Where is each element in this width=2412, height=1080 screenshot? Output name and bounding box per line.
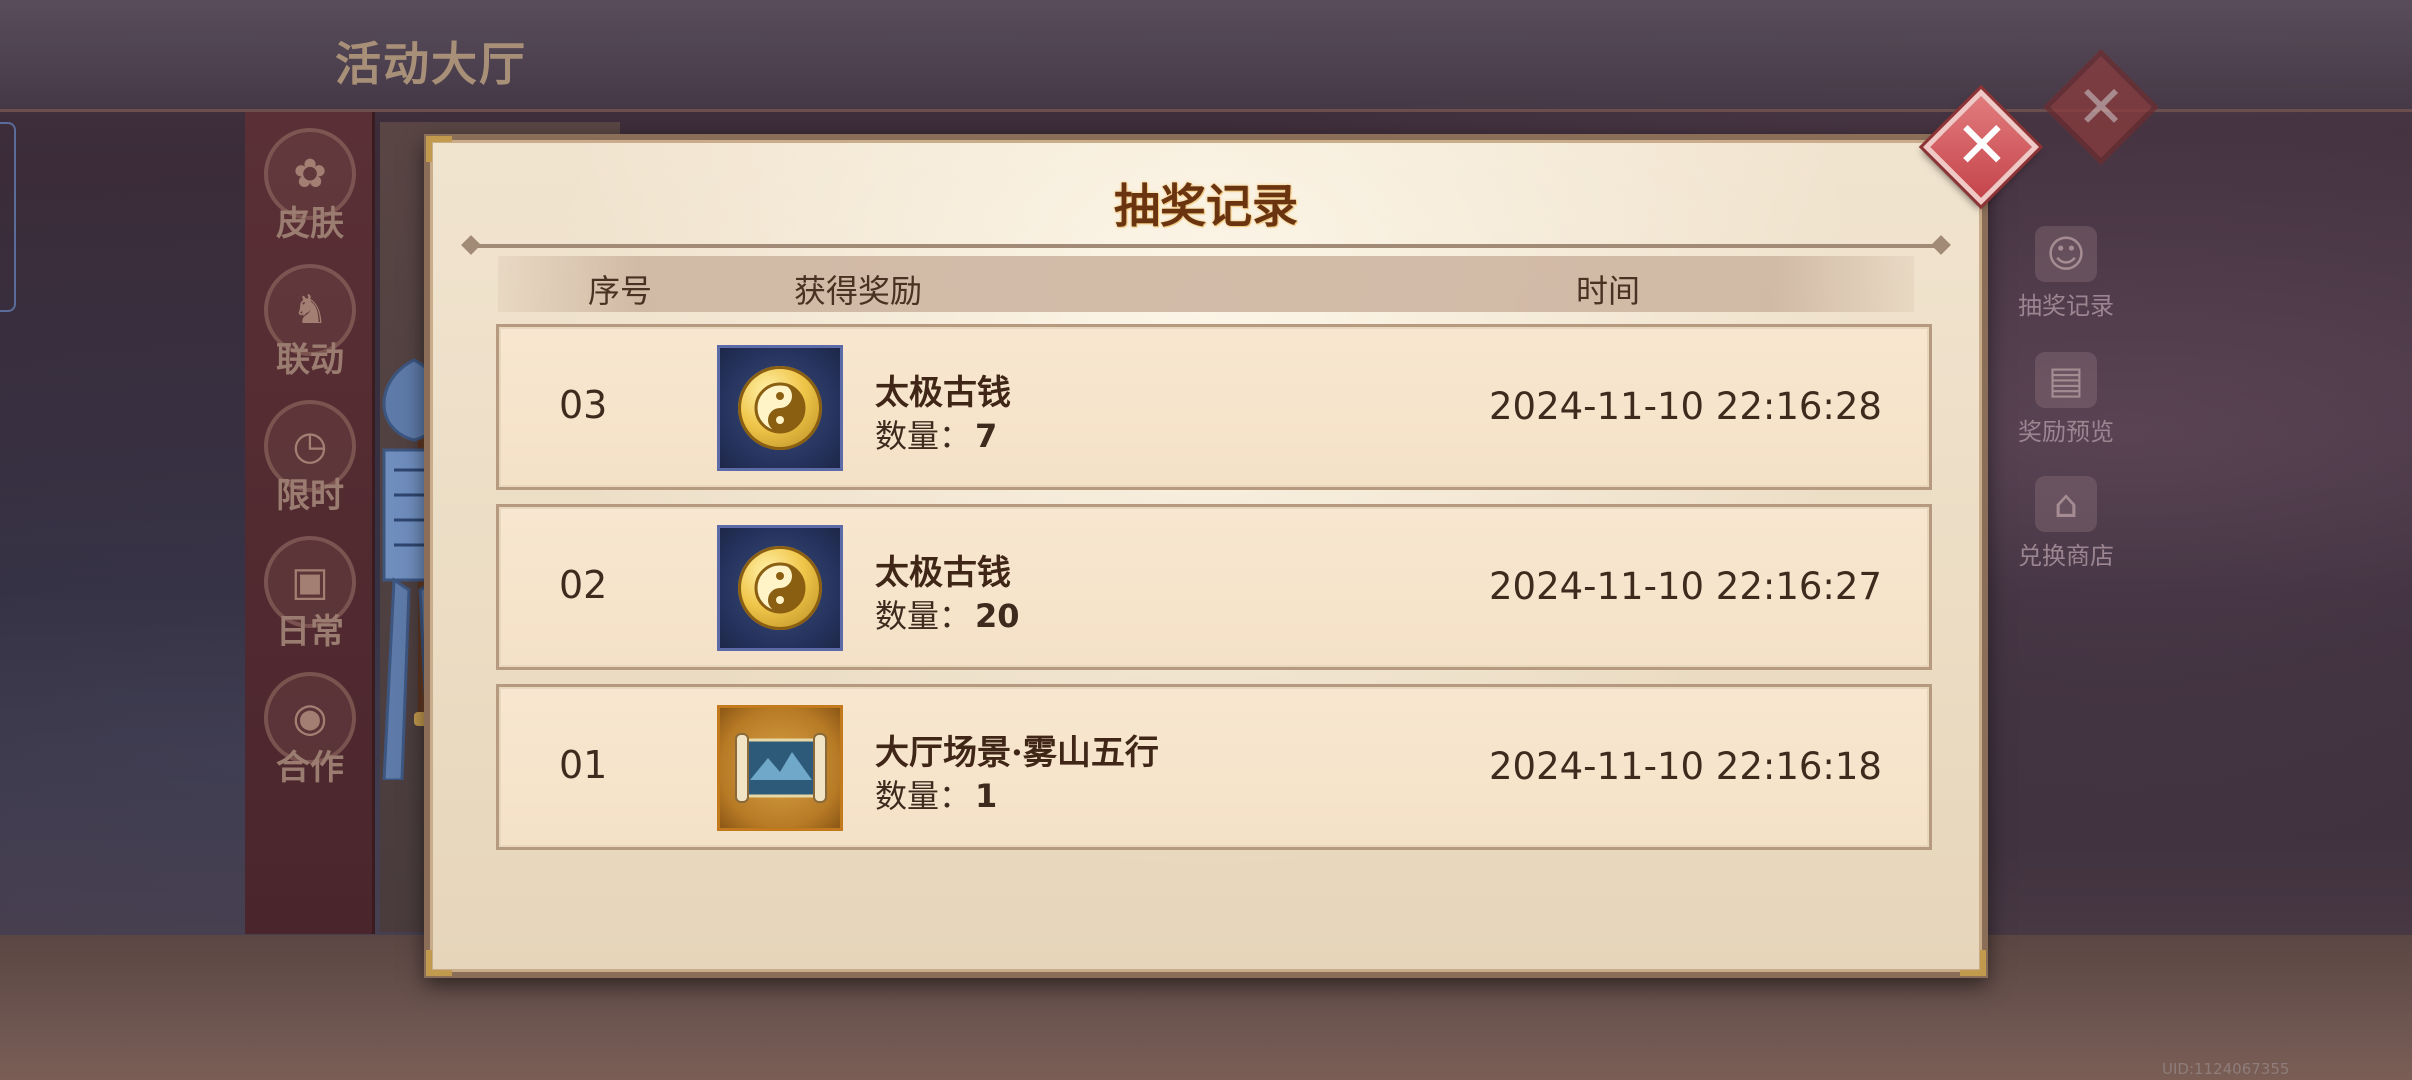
record-time: 2024-11-10 22:16:27 bbox=[1489, 565, 1882, 608]
hall-title: 活动大厅 bbox=[335, 37, 527, 91]
record-seq: 01 bbox=[559, 743, 608, 787]
reward-name: 大厅场景·雾山五行 bbox=[875, 733, 1159, 773]
cat-icon: ☺ bbox=[2035, 226, 2097, 282]
record-seq: 03 bbox=[559, 383, 608, 427]
column-header-seq: 序号 bbox=[588, 272, 653, 310]
corner-ornament bbox=[1960, 950, 1986, 976]
record-row: 02 太极古钱 数量： 20 2024-11-10 22:16:27 bbox=[496, 504, 1932, 670]
column-header-time: 时间 bbox=[1576, 272, 1641, 310]
quantity-value: 7 bbox=[975, 417, 998, 455]
quantity-label: 数量： bbox=[875, 597, 972, 635]
reward-quantity: 数量： 1 bbox=[875, 771, 997, 817]
sidebar-item-partner: ◉ 合作 bbox=[262, 672, 358, 789]
reward-quantity: 数量： 20 bbox=[875, 591, 1020, 637]
record-time: 2024-11-10 22:16:18 bbox=[1489, 745, 1882, 788]
quantity-value: 1 bbox=[975, 777, 998, 815]
menu-label: 抽奖记录 bbox=[2018, 292, 2114, 320]
sidebar-item-label: 合作 bbox=[276, 748, 344, 788]
sidebar-item-label: 联动 bbox=[276, 340, 344, 380]
sidebar-item-collab: ♞ 联动 bbox=[262, 264, 358, 381]
record-time: 2024-11-10 22:16:28 bbox=[1489, 385, 1882, 428]
user-id: UID:1124067355 bbox=[2162, 1060, 2290, 1078]
corner-ornament bbox=[426, 950, 452, 976]
record-row: 03 太极古钱 数量： 7 2024-11-10 22:16:28 bbox=[496, 324, 1932, 490]
quantity-value: 20 bbox=[975, 597, 1020, 635]
menu-label: 兑换商店 bbox=[2018, 542, 2114, 570]
table-header: 序号 获得奖励 时间 bbox=[498, 256, 1914, 312]
menu-label: 奖励预览 bbox=[2018, 418, 2114, 446]
sidebar-item-label: 日常 bbox=[276, 612, 344, 652]
close-icon: ✕ bbox=[1955, 109, 2009, 184]
quantity-label: 数量： bbox=[875, 417, 972, 455]
title-divider bbox=[470, 244, 1942, 248]
close-icon: ✕ bbox=[2076, 73, 2126, 141]
menu-draw-records: ☺ 抽奖记录 bbox=[2010, 226, 2122, 321]
record-seq: 02 bbox=[559, 563, 608, 607]
shop-icon: ⌂ bbox=[2035, 476, 2097, 532]
taiji-coin-icon[interactable] bbox=[717, 345, 843, 471]
taiji-coin-icon[interactable] bbox=[717, 525, 843, 651]
gift-box-icon: ▤ bbox=[2035, 352, 2097, 408]
left-edge-tab bbox=[0, 122, 16, 312]
sidebar-item-limited: ◷ 限时 bbox=[262, 400, 358, 517]
reward-name: 太极古钱 bbox=[875, 373, 1011, 413]
sidebar-item-label: 限时 bbox=[276, 476, 344, 516]
scene-scroll-icon[interactable] bbox=[717, 705, 843, 831]
column-header-reward: 获得奖励 bbox=[794, 272, 923, 310]
reward-quantity: 数量： 7 bbox=[875, 411, 997, 457]
corner-ornament bbox=[426, 136, 452, 162]
sidebar-item-label: 皮肤 bbox=[276, 204, 344, 244]
sidebar-item-daily: ▣ 日常 bbox=[262, 536, 358, 653]
reward-name: 太极古钱 bbox=[875, 553, 1011, 593]
menu-reward-preview: ▤ 奖励预览 bbox=[2010, 352, 2122, 447]
sidebar-item-skin: ✿ 皮肤 bbox=[262, 128, 358, 245]
record-row: 01 大厅场景·雾山五行 数量： 1 2024-11-10 22:16:18 bbox=[496, 684, 1932, 850]
dialog-title: 抽奖记录 bbox=[1114, 179, 1298, 233]
menu-exchange-shop: ⌂ 兑换商店 bbox=[2010, 476, 2122, 571]
quantity-label: 数量： bbox=[875, 777, 972, 815]
draw-records-dialog: 抽奖记录 序号 获得奖励 时间 03 太极古钱 数量： 7 2024-11-10 … bbox=[424, 134, 1988, 978]
